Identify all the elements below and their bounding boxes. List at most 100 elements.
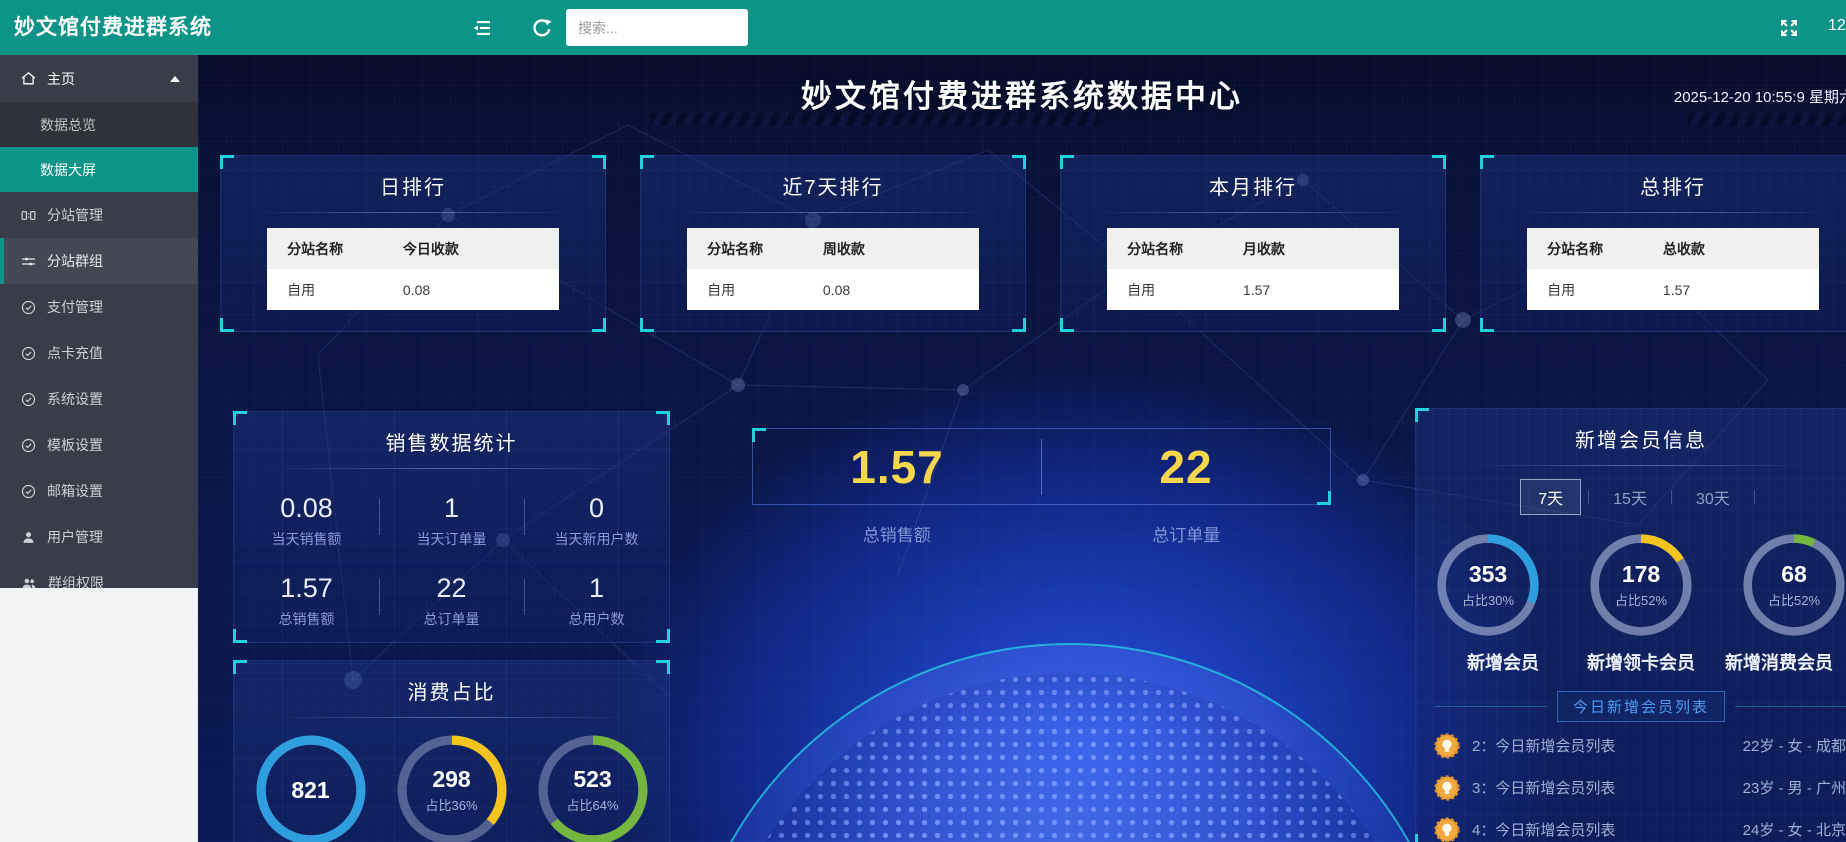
sidebar-item-label: 分站群组	[47, 251, 103, 271]
consumption-title: 消费占比	[234, 661, 669, 705]
sidebar-item-label: 模板设置	[47, 435, 103, 455]
ring-label: 新增消费会员	[1710, 649, 1846, 675]
total-sales-label: 总销售额	[752, 521, 1042, 546]
stat-today-orders: 1 当天订单量	[379, 493, 524, 549]
sidebar-item-system-settings[interactable]: 系统设置	[0, 376, 198, 422]
stat-today-new-users: 0 当天新用户数	[524, 493, 669, 549]
rank-card-title: 日排行	[221, 156, 605, 200]
sidebar-item-data-overview[interactable]: 数据总览	[0, 102, 198, 147]
ranking-cards-row: 日排行 分站名称 今日收款 自用 0.08 近7天排行 分站名称 周收款	[198, 155, 1846, 332]
stat-today-sales: 0.08 当天销售额	[234, 493, 379, 549]
sidebar-item-label: 点卡充值	[47, 343, 103, 363]
member-ring-labels: 新增会员 新增领卡会员 新增消费会员	[1434, 649, 1846, 675]
data-screen: 妙文馆付费进群系统数据中心 2025-12-20 10:55:9 星期六 日排行…	[198, 55, 1846, 842]
cell-site-name: 自用	[707, 280, 823, 300]
tab-15-days[interactable]: 15天	[1596, 480, 1664, 514]
column-header: 今日收款	[403, 239, 539, 259]
donut-chart: 298占比36%	[396, 734, 508, 842]
cell-site-name: 自用	[1127, 280, 1243, 300]
check-circle-icon	[20, 345, 37, 362]
top-header: 妙文馆付费进群系统 123	[0, 0, 1846, 55]
cell-site-name: 自用	[1547, 280, 1663, 300]
app-title: 妙文馆付费进群系统	[14, 0, 212, 55]
search-input[interactable]	[566, 9, 748, 46]
stat-total-orders: 22 总订单量	[379, 573, 524, 629]
user-icon	[20, 529, 37, 546]
sidebar-item-user-manage[interactable]: 用户管理	[0, 514, 198, 560]
sidebar-item-label: 数据总览	[40, 115, 96, 135]
check-circle-icon	[20, 391, 37, 408]
totals-box: 1.57 22	[752, 428, 1331, 505]
donut-chart: 178占比52%	[1589, 533, 1693, 637]
column-header: 分站名称	[1127, 239, 1243, 259]
column-header: 总收款	[1663, 239, 1799, 259]
member-meta: 24岁 - 女 - 北京	[1743, 819, 1846, 840]
member-rings: 353占比30% 178占比52% 68占比52%	[1434, 533, 1846, 637]
rank-table: 分站名称 月收款 自用 1.57	[1107, 228, 1399, 310]
ring-label: 新增领卡会员	[1572, 649, 1710, 675]
total-orders-value: 22	[1042, 429, 1330, 504]
column-header: 周收款	[823, 239, 959, 259]
check-circle-icon	[20, 483, 37, 500]
cell-amount: 1.57	[1243, 282, 1379, 298]
rank-card-title: 近7天排行	[641, 156, 1025, 200]
donut-chart: 68占比52%	[1742, 533, 1846, 637]
sidebar-item-substation-manage[interactable]: 分站管理	[0, 192, 198, 238]
totals-labels: 总销售额 总订单量	[752, 521, 1331, 546]
sidebar-item-data-screen[interactable]: 数据大屏	[0, 147, 198, 192]
sidebar-item-home[interactable]: 主页	[0, 55, 198, 102]
total-sales-value: 1.57	[753, 429, 1041, 504]
rank-card-title: 本月排行	[1061, 156, 1445, 200]
sidebar-item-template-settings[interactable]: 模板设置	[0, 422, 198, 468]
chevron-up-icon	[170, 76, 180, 82]
screen-title: 妙文馆付费进群系统数据中心	[198, 71, 1846, 116]
sidebar-item-payment-manage[interactable]: 支付管理	[0, 284, 198, 330]
bulb-icon	[1434, 775, 1460, 801]
member-text: 3：今日新增会员列表	[1472, 777, 1615, 798]
total-orders-label: 总订单量	[1042, 521, 1332, 546]
member-list-header: 今日新增会员列表	[1434, 691, 1846, 722]
rank-table: 分站名称 总收款 自用 1.57	[1527, 228, 1819, 310]
cell-amount: 0.08	[823, 282, 959, 298]
sidebar-item-label: 数据大屏	[40, 160, 96, 180]
home-icon	[20, 70, 37, 87]
member-text: 4：今日新增会员列表	[1472, 819, 1615, 840]
tab-7-days[interactable]: 7天	[1520, 479, 1581, 515]
sidebar-item-label: 邮箱设置	[47, 481, 103, 501]
member-list-title-button[interactable]: 今日新增会员列表	[1557, 691, 1725, 722]
consumption-rings: 821 298占比36% 523占比64%	[234, 734, 669, 842]
member-meta: 22岁 - 女 - 成都	[1743, 735, 1846, 756]
member-text: 2：今日新增会员列表	[1472, 735, 1615, 756]
table-row: 自用 1.57	[1107, 269, 1399, 310]
sidebar-item-email-settings[interactable]: 邮箱设置	[0, 468, 198, 514]
tab-30-days[interactable]: 30天	[1679, 480, 1747, 514]
sidebar-item-card-recharge[interactable]: 点卡充值	[0, 330, 198, 376]
check-circle-icon	[20, 299, 37, 316]
sidebar-item-substation-group[interactable]: 分站群组	[0, 238, 198, 284]
cell-amount: 1.57	[1663, 282, 1799, 298]
new-members-title: 新增会员信息	[1434, 409, 1846, 453]
rank-card-title: 总排行	[1481, 156, 1846, 200]
donut-chart: 523占比64%	[537, 734, 649, 842]
sidebar: 主页 数据总览 数据大屏 分站管理 分站群组	[0, 55, 198, 588]
check-circle-icon	[20, 437, 37, 454]
table-header-row: 分站名称 总收款	[1527, 228, 1819, 269]
member-list-item: 4：今日新增会员列表 24岁 - 女 - 北京	[1434, 811, 1846, 842]
table-row: 自用 1.57	[1527, 269, 1819, 310]
sidebar-item-label: 分站管理	[47, 205, 103, 225]
collapse-menu-icon[interactable]	[470, 16, 494, 40]
table-header-row: 分站名称 周收款	[687, 228, 979, 269]
fullscreen-icon[interactable]	[1777, 16, 1801, 40]
donut-chart: 821	[255, 734, 367, 842]
member-list-item: 2：今日新增会员列表 22岁 - 女 - 成都	[1434, 727, 1846, 764]
rank-table: 分站名称 今日收款 自用 0.08	[267, 228, 559, 310]
bulb-icon	[1434, 817, 1460, 842]
cell-site-name: 自用	[287, 280, 403, 300]
refresh-icon[interactable]	[530, 16, 554, 40]
donut-chart: 353占比30%	[1436, 533, 1540, 637]
sales-stats-card: 销售数据统计 0.08 当天销售额 1 当天订单量 0 当天新用户数 1.57 …	[233, 411, 670, 643]
sales-stats-title: 销售数据统计	[234, 412, 669, 456]
stat-total-users: 1 总用户数	[524, 573, 669, 629]
user-label[interactable]: 123	[1828, 17, 1846, 35]
sliders-icon	[20, 253, 37, 270]
